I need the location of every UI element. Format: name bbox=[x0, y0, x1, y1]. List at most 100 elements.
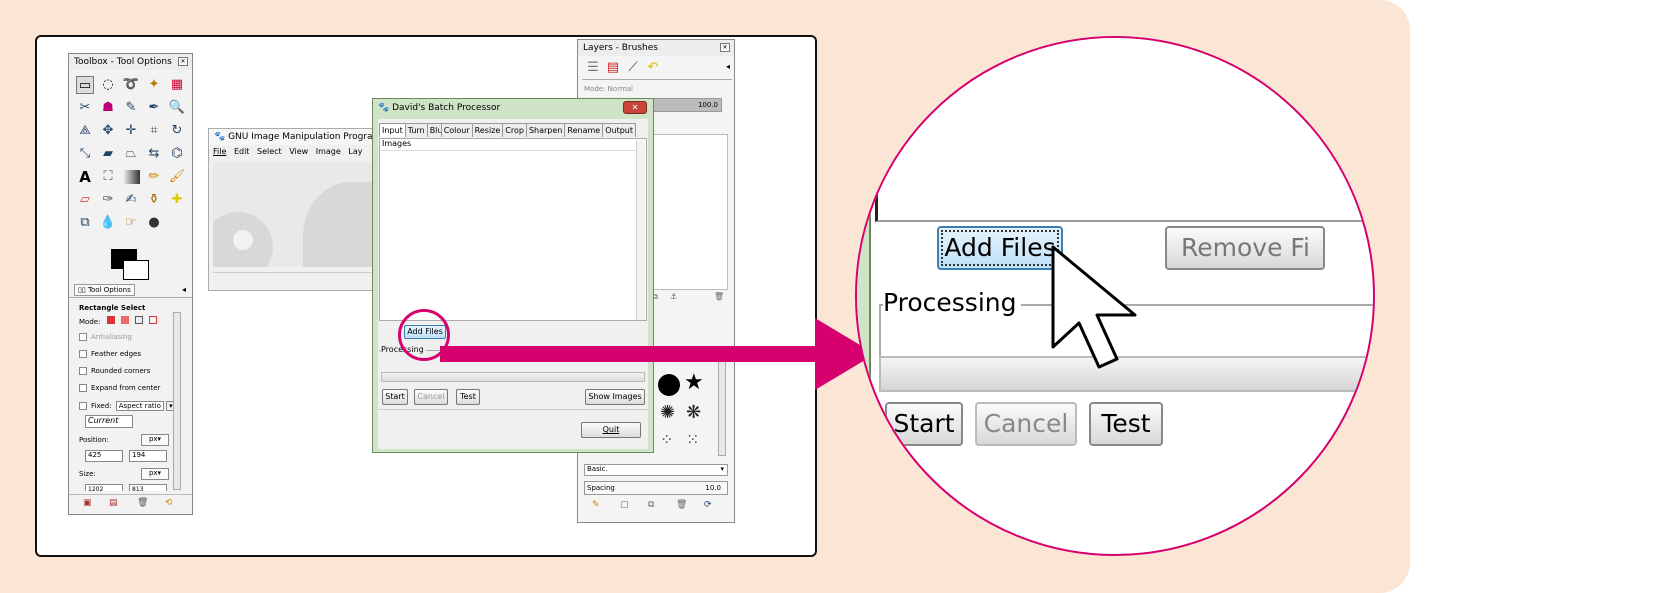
clone-tool-icon[interactable]: ⚱ bbox=[145, 191, 163, 209]
background-color-swatch[interactable] bbox=[123, 260, 149, 280]
measure-tool-icon[interactable]: ⟁ bbox=[76, 122, 94, 140]
menu-edit[interactable]: Edit bbox=[234, 147, 250, 156]
brush-sponge-icon[interactable]: ❋ bbox=[686, 402, 701, 423]
paths-tab-icon[interactable]: ⟋ bbox=[624, 60, 642, 78]
paths-tool-icon[interactable]: ✎ bbox=[122, 99, 140, 117]
zoom-test-button[interactable]: Test bbox=[1089, 402, 1163, 446]
tab-rename[interactable]: Rename bbox=[564, 123, 604, 137]
current-field[interactable]: Current bbox=[85, 415, 133, 428]
blend-tool-icon[interactable] bbox=[122, 170, 140, 184]
mode-replace-icon[interactable] bbox=[106, 316, 115, 324]
mode-subtract-icon[interactable] bbox=[135, 316, 144, 324]
pos-y-field[interactable]: 194 bbox=[129, 450, 167, 462]
duplicate-brush-icon[interactable]: ⧉ bbox=[648, 500, 654, 510]
channels-tab-icon[interactable]: ▤ bbox=[604, 60, 622, 78]
color-picker-tool-icon[interactable]: ✒ bbox=[145, 99, 163, 117]
airbrush-tool-icon[interactable]: ✑ bbox=[99, 191, 117, 209]
move-tool-icon[interactable]: ✥ bbox=[99, 122, 117, 140]
size-h-field[interactable]: 813 bbox=[129, 484, 167, 491]
text-tool-icon[interactable]: A bbox=[76, 168, 94, 186]
perspective-clone-tool-icon[interactable]: ⧉ bbox=[76, 214, 94, 232]
zoom-cancel-button[interactable]: Cancel bbox=[975, 402, 1077, 446]
brush-pepper-icon[interactable]: ⁘ bbox=[660, 430, 673, 449]
align-tool-icon[interactable]: ✛ bbox=[122, 122, 140, 140]
paintbrush-tool-icon[interactable]: 🖌 bbox=[168, 168, 186, 186]
option-expand-center[interactable]: Expand from center bbox=[79, 384, 160, 392]
lasso-tool-icon[interactable]: ➰ bbox=[122, 76, 140, 94]
spacing-slider[interactable]: Spacing 10.0 bbox=[584, 481, 728, 495]
menu-select[interactable]: Select bbox=[257, 147, 282, 156]
menu-file[interactable]: File bbox=[213, 147, 226, 156]
new-brush-icon[interactable]: ▢ bbox=[620, 500, 629, 510]
tab-turn[interactable]: Turn bbox=[404, 123, 428, 137]
fixed-checkbox[interactable] bbox=[79, 402, 87, 410]
menu-view[interactable]: View bbox=[289, 147, 308, 156]
restore-icon[interactable]: ▤ bbox=[109, 498, 118, 508]
quit-button[interactable]: Quit bbox=[581, 422, 641, 438]
reset-icon[interactable]: ⟲ bbox=[165, 498, 173, 508]
tab-colour[interactable]: Colour bbox=[440, 123, 473, 137]
zoom-tool-icon[interactable]: 🔍 bbox=[168, 99, 186, 117]
brush-category-select[interactable]: Basic. ▾ bbox=[584, 464, 728, 476]
tab-blur[interactable]: Blur bbox=[426, 123, 442, 137]
option-feather-edges[interactable]: Feather edges bbox=[79, 350, 141, 358]
tab-tool-options[interactable]: ▯▯ Tool Options bbox=[74, 284, 135, 296]
options-scrollbar[interactable] bbox=[173, 312, 181, 490]
option-antialiasing[interactable]: Antialiasing bbox=[79, 333, 132, 341]
layers-tab-icon[interactable]: ☰ bbox=[584, 60, 602, 78]
close-icon[interactable]: ✕ bbox=[178, 57, 188, 66]
mode-intersect-icon[interactable] bbox=[149, 316, 158, 324]
delete-brush-icon[interactable]: 🗑 bbox=[676, 500, 687, 510]
heal-tool-icon[interactable]: ✚ bbox=[168, 191, 186, 209]
close-button[interactable]: ✕ bbox=[623, 101, 647, 114]
delete-layer-icon[interactable]: 🗑 bbox=[714, 292, 724, 301]
shear-tool-icon[interactable]: ▰ bbox=[99, 145, 117, 163]
edit-brush-icon[interactable]: ✎ bbox=[592, 500, 600, 510]
images-column-header[interactable]: Images bbox=[380, 139, 646, 151]
panel-menu-icon[interactable]: ◂ bbox=[182, 285, 186, 294]
ink-tool-icon[interactable]: ✍ bbox=[122, 191, 140, 209]
cage-tool-icon[interactable]: ⌬ bbox=[168, 145, 186, 163]
images-scrollbar[interactable] bbox=[636, 140, 645, 320]
position-unit-select[interactable]: px▾ bbox=[141, 434, 169, 446]
start-button[interactable]: Start bbox=[382, 389, 408, 405]
tab-crop[interactable]: Crop bbox=[502, 123, 527, 137]
tab-input[interactable]: Input bbox=[379, 123, 406, 137]
delete-icon[interactable]: 🗑 bbox=[137, 498, 148, 508]
pos-x-field[interactable]: 425 bbox=[85, 450, 123, 462]
tab-resize[interactable]: Resize bbox=[471, 123, 504, 137]
ellipse-select-tool-icon[interactable]: ◌ bbox=[99, 76, 117, 94]
fuzzy-select-tool-icon[interactable]: ✦ bbox=[145, 76, 163, 94]
mode-add-icon[interactable] bbox=[120, 316, 129, 324]
bucket-fill-tool-icon[interactable]: ⛶ bbox=[99, 168, 117, 186]
zoom-start-button[interactable]: Start bbox=[885, 402, 963, 446]
save-icon[interactable]: ▣ bbox=[83, 498, 92, 508]
menu-image[interactable]: Image bbox=[316, 147, 341, 156]
blur-tool-icon[interactable]: 💧 bbox=[99, 214, 117, 232]
zoom-remove-files-button[interactable]: Remove Fi bbox=[1165, 226, 1325, 270]
perspective-tool-icon[interactable]: ⏢ bbox=[122, 145, 140, 163]
eraser-tool-icon[interactable]: ▱ bbox=[76, 191, 94, 209]
tab-sharpen[interactable]: Sharpen bbox=[525, 123, 566, 137]
brush-texture-icon[interactable]: ⁙ bbox=[686, 430, 699, 449]
fixed-select[interactable]: Aspect ratio bbox=[115, 401, 164, 411]
rotate-tool-icon[interactable]: ↻ bbox=[168, 122, 186, 140]
dock-menu-icon[interactable]: ◂ bbox=[726, 62, 730, 71]
scissors-tool-icon[interactable]: ✂ bbox=[76, 99, 94, 117]
images-list[interactable]: Images bbox=[379, 138, 647, 321]
brush-splatter-icon[interactable]: ✺ bbox=[660, 402, 675, 423]
size-w-field[interactable]: 1202 bbox=[85, 484, 123, 491]
size-unit-select[interactable]: px▾ bbox=[141, 468, 169, 480]
smudge-tool-icon[interactable]: ☞ bbox=[122, 214, 140, 232]
rect-select-tool-icon[interactable]: ▭ bbox=[76, 76, 94, 94]
undo-tab-icon[interactable]: ↶ bbox=[644, 60, 662, 78]
dodge-burn-tool-icon[interactable]: ● bbox=[145, 214, 163, 232]
crop-tool-icon[interactable]: ⌗ bbox=[145, 122, 163, 140]
foreground-select-tool-icon[interactable]: ☗ bbox=[99, 99, 117, 117]
flip-tool-icon[interactable]: ⇆ bbox=[145, 145, 163, 163]
refresh-brushes-icon[interactable]: ⟳ bbox=[704, 500, 712, 510]
zoom-add-files-button[interactable]: Add Files bbox=[937, 226, 1063, 270]
tab-output[interactable]: Output bbox=[602, 123, 636, 137]
color-select-tool-icon[interactable]: ▦ bbox=[168, 76, 186, 94]
menu-layer[interactable]: Lay bbox=[348, 147, 362, 156]
